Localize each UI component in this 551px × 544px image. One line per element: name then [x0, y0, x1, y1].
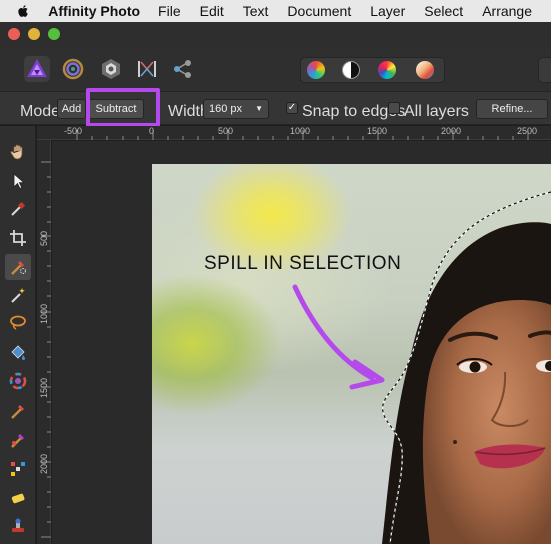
- selection-brush-icon: [11, 261, 26, 275]
- menu-arrange[interactable]: Arrange: [482, 3, 532, 19]
- paint-brush-tool[interactable]: [8, 401, 28, 421]
- snap-to-edges-checkbox[interactable]: ✓: [286, 102, 298, 114]
- paint-bucket-icon: [11, 345, 25, 360]
- pixel-brush-icon: [11, 462, 25, 476]
- more-toolbar-button[interactable]: [538, 57, 551, 83]
- flood-select-tool[interactable]: [8, 285, 28, 305]
- black-white-icon[interactable]: [342, 61, 360, 79]
- gradient-tool[interactable]: [8, 371, 28, 391]
- subtract-highlight-box: [86, 88, 160, 127]
- lasso-icon: [10, 315, 26, 330]
- freehand-selection-tool[interactable]: [8, 313, 28, 333]
- ruler-label: 1000: [290, 126, 311, 136]
- menu-edit[interactable]: Edit: [200, 3, 224, 19]
- color-wheel-icon[interactable]: [307, 61, 325, 79]
- vertical-ruler-ticks: [41, 161, 51, 538]
- menu-file[interactable]: File: [158, 3, 181, 19]
- ruler-label: 1500: [367, 126, 388, 136]
- window-titlebar: [0, 22, 551, 46]
- color-picker-tool[interactable]: [8, 199, 28, 219]
- develop-persona-icon: [102, 59, 120, 79]
- menu-text[interactable]: Text: [243, 3, 269, 19]
- close-window-button[interactable]: [8, 28, 20, 40]
- ruler-label: 0: [149, 126, 155, 136]
- app-name-menu[interactable]: Affinity Photo: [48, 3, 140, 19]
- refine-button[interactable]: Refine...: [476, 99, 548, 119]
- cursor-icon: [13, 173, 26, 190]
- chevron-down-icon[interactable]: ▼: [255, 100, 263, 118]
- menu-bar: Affinity Photo File Edit Text Document L…: [0, 0, 551, 22]
- menu-layer[interactable]: Layer: [370, 3, 405, 19]
- apple-icon[interactable]: [18, 3, 28, 19]
- menu-document[interactable]: Document: [287, 3, 351, 19]
- portrait-photo[interactable]: [152, 164, 551, 544]
- eyedropper-icon: [11, 201, 26, 216]
- hand-tool[interactable]: [8, 142, 28, 162]
- liquify-persona-button[interactable]: [60, 56, 86, 82]
- annotation-label: SPILL IN SELECTION: [204, 253, 402, 274]
- add-mode-button[interactable]: Add: [57, 99, 86, 119]
- magic-wand-icon: [11, 288, 25, 303]
- menu-select[interactable]: Select: [424, 3, 463, 19]
- color-replacement-tool[interactable]: [8, 430, 28, 450]
- pixel-tool[interactable]: [8, 459, 28, 479]
- export-persona-icon: [174, 60, 191, 78]
- ruler-label: 1000: [39, 303, 49, 324]
- ruler-label: 2000: [441, 126, 462, 136]
- minimize-window-button[interactable]: [28, 28, 40, 40]
- all-layers-checkbox[interactable]: [388, 102, 400, 114]
- export-persona-button[interactable]: [170, 56, 196, 82]
- tone-mapping-persona-button[interactable]: [134, 56, 160, 82]
- flood-fill-tool[interactable]: [8, 343, 28, 363]
- ruler-label: -500: [64, 126, 83, 136]
- crop-tool[interactable]: [8, 228, 28, 248]
- move-tool[interactable]: [8, 171, 28, 191]
- clone-stamp-icon: [12, 518, 24, 532]
- gradient-tool-icon: [9, 372, 27, 390]
- color-replacement-icon: [11, 434, 24, 448]
- ruler-label: 2500: [517, 126, 538, 136]
- hand-icon: [10, 144, 23, 160]
- ruler-label: 500: [218, 126, 234, 136]
- photo-persona-button[interactable]: [24, 56, 50, 82]
- paint-brush-icon: [11, 405, 24, 419]
- ruler-label: 1500: [39, 377, 49, 398]
- zoom-window-button[interactable]: [48, 28, 60, 40]
- gradient-icon[interactable]: [416, 61, 434, 79]
- hue-icon[interactable]: [378, 61, 396, 79]
- erase-tool[interactable]: [8, 488, 28, 508]
- ruler-label: 2000: [39, 453, 49, 474]
- photo-persona-icon: [27, 59, 47, 77]
- crop-icon: [10, 230, 26, 246]
- eraser-icon: [11, 493, 25, 504]
- clone-tool[interactable]: [8, 516, 28, 536]
- ruler-label: 500: [39, 230, 49, 246]
- width-field[interactable]: 160 px ▼: [203, 99, 269, 119]
- all-layers-label: All layers: [404, 103, 469, 120]
- tone-mapping-persona-icon: [138, 61, 156, 77]
- develop-persona-button[interactable]: [98, 56, 124, 82]
- liquify-persona-icon: [62, 58, 84, 80]
- width-value: 160 px: [209, 103, 243, 115]
- selection-brush-tool[interactable]: [5, 254, 31, 280]
